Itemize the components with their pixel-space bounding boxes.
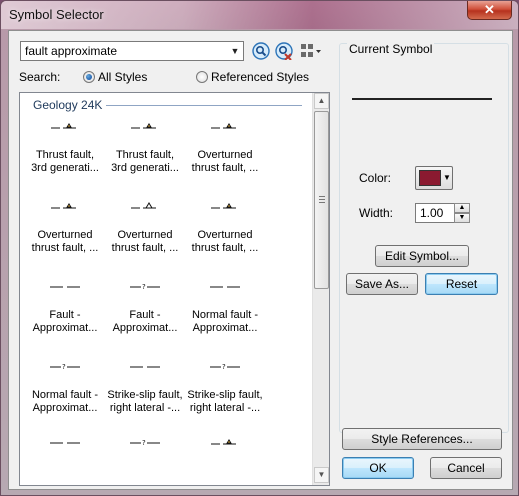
search-icon[interactable]	[252, 42, 270, 60]
symbol-item[interactable]: Overturned thrust fault, ...	[26, 191, 104, 261]
fault-symbol-icon	[186, 119, 264, 131]
symbol-label: Approximat...	[112, 322, 178, 334]
symbol-item[interactable]: Overturned thrust fault, ...	[106, 191, 184, 261]
symbol-list[interactable]: Geology 24K Thrust fault, 3rd generati...…	[19, 92, 330, 486]
symbol-label: Approximat...	[32, 322, 98, 334]
symbol-preview	[352, 98, 492, 100]
symbol-label: Fault -	[129, 309, 161, 321]
symbol-item[interactable]: ? Strike-slip fault, right lateral -...	[186, 351, 264, 421]
symbol-label: Thrust fault,	[35, 149, 95, 161]
svg-text:?: ?	[142, 283, 146, 291]
symbol-label: Overturned	[117, 229, 173, 241]
fault-symbol-icon	[106, 119, 184, 131]
scroll-down-arrow-icon[interactable]: ▼	[314, 467, 329, 483]
width-spin-down-icon[interactable]: ▼	[454, 213, 470, 223]
symbol-label: 3rd generati...	[111, 162, 179, 174]
fault-symbol-icon	[186, 279, 264, 291]
symbol-label: Thrust fault,	[115, 149, 175, 161]
symbol-label: thrust fault, ...	[191, 162, 259, 174]
vertical-scrollbar[interactable]: ▲ ▼	[312, 93, 329, 485]
clear-search-icon[interactable]	[275, 42, 293, 61]
fault-symbol-icon	[186, 435, 264, 447]
symbol-item[interactable]: ? Normal fault - Approximat...	[26, 351, 104, 421]
svg-text:?: ?	[222, 363, 226, 371]
symbol-label: 3rd generati...	[31, 162, 99, 174]
symbol-item[interactable]: Normal fault - Approximat...	[186, 271, 264, 341]
referenced-styles-radio[interactable]	[196, 71, 208, 83]
close-button[interactable]: ✕	[467, 1, 512, 20]
fault-symbol-icon: ?	[106, 435, 184, 447]
fault-symbol-icon	[26, 435, 104, 447]
symbol-item[interactable]	[186, 427, 264, 485]
svg-text:?: ?	[142, 439, 146, 447]
color-swatch	[419, 170, 441, 186]
symbol-label: thrust fault, ...	[111, 242, 179, 254]
fault-symbol-icon: ?	[186, 359, 264, 371]
referenced-styles-label[interactable]: Referenced Styles	[211, 70, 309, 84]
symbol-label: Overturned	[197, 149, 253, 161]
style-references-button[interactable]: Style References...	[342, 428, 502, 450]
symbol-label: Fault -	[49, 309, 81, 321]
color-label: Color:	[359, 171, 392, 185]
symbol-label: Approximat...	[32, 402, 98, 414]
scroll-thumb[interactable]	[314, 111, 329, 289]
symbol-label: Normal fault -	[191, 309, 259, 321]
window-title: Symbol Selector	[9, 7, 104, 22]
color-picker-button[interactable]: ▼	[415, 166, 453, 190]
title-bar: Symbol Selector ✕	[1, 1, 518, 29]
svg-text:?: ?	[62, 363, 66, 371]
fault-symbol-icon	[186, 199, 264, 211]
width-label: Width:	[359, 206, 394, 220]
search-combobox[interactable]: fault approximate ▼	[20, 41, 244, 61]
fault-symbol-icon: ?	[26, 359, 104, 371]
symbol-label: Overturned	[37, 229, 93, 241]
current-symbol-caption: Current Symbol	[347, 42, 435, 56]
symbol-label: Approximat...	[192, 322, 258, 334]
symbol-label: Overturned	[197, 229, 253, 241]
symbol-selector-window: Symbol Selector ✕ fault approximate ▼ Se…	[0, 0, 519, 496]
fault-symbol-icon	[106, 359, 184, 371]
group-title: Geology 24K	[33, 98, 103, 112]
symbol-item[interactable]: Overturned thrust fault, ...	[186, 111, 264, 181]
symbol-label: thrust fault, ...	[31, 242, 99, 254]
symbol-item[interactable]: Strike-slip fault, right lateral -...	[106, 351, 184, 421]
view-options-icon[interactable]	[300, 42, 322, 60]
chevron-down-icon[interactable]: ▼	[227, 42, 243, 60]
fault-symbol-icon	[26, 279, 104, 291]
symbol-item[interactable]: Thrust fault, 3rd generati...	[26, 111, 104, 181]
chevron-down-icon: ▼	[443, 173, 451, 182]
symbol-item[interactable]: Overturned thrust fault, ...	[186, 191, 264, 261]
edit-symbol-button[interactable]: Edit Symbol...	[375, 245, 469, 267]
fault-symbol-icon: ?	[106, 279, 184, 291]
reset-button[interactable]: Reset	[425, 273, 498, 295]
all-styles-radio[interactable]	[83, 71, 95, 83]
symbol-item[interactable]: ?	[106, 427, 184, 485]
ok-button[interactable]: OK	[342, 457, 414, 479]
symbol-item[interactable]: ? Fault - Approximat...	[106, 271, 184, 341]
symbol-label: Normal fault -	[31, 389, 99, 401]
search-input[interactable]: fault approximate	[25, 44, 117, 58]
dialog-body: fault approximate ▼ Search: All Styles R…	[8, 30, 513, 490]
save-as-button[interactable]: Save As...	[346, 273, 418, 295]
search-scope-label: Search:	[19, 70, 61, 84]
symbol-label: Strike-slip fault,	[107, 389, 183, 401]
symbol-label: thrust fault, ...	[191, 242, 259, 254]
symbol-label: Strike-slip fault,	[187, 389, 263, 401]
fault-symbol-icon	[106, 199, 184, 211]
cancel-button[interactable]: Cancel	[430, 457, 502, 479]
width-spin-up-icon[interactable]: ▲	[454, 203, 470, 213]
symbol-item[interactable]: Fault - Approximat...	[26, 271, 104, 341]
current-symbol-group	[339, 43, 509, 433]
all-styles-label[interactable]: All Styles	[98, 70, 147, 84]
fault-symbol-icon	[26, 199, 104, 211]
fault-symbol-icon	[26, 119, 104, 131]
group-divider	[106, 105, 302, 106]
symbol-label: right lateral -...	[189, 402, 261, 414]
symbol-item[interactable]: Thrust fault, 3rd generati...	[106, 111, 184, 181]
symbol-item[interactable]	[26, 427, 104, 485]
scroll-up-arrow-icon[interactable]: ▲	[314, 93, 329, 109]
symbol-label: right lateral -...	[109, 402, 181, 414]
